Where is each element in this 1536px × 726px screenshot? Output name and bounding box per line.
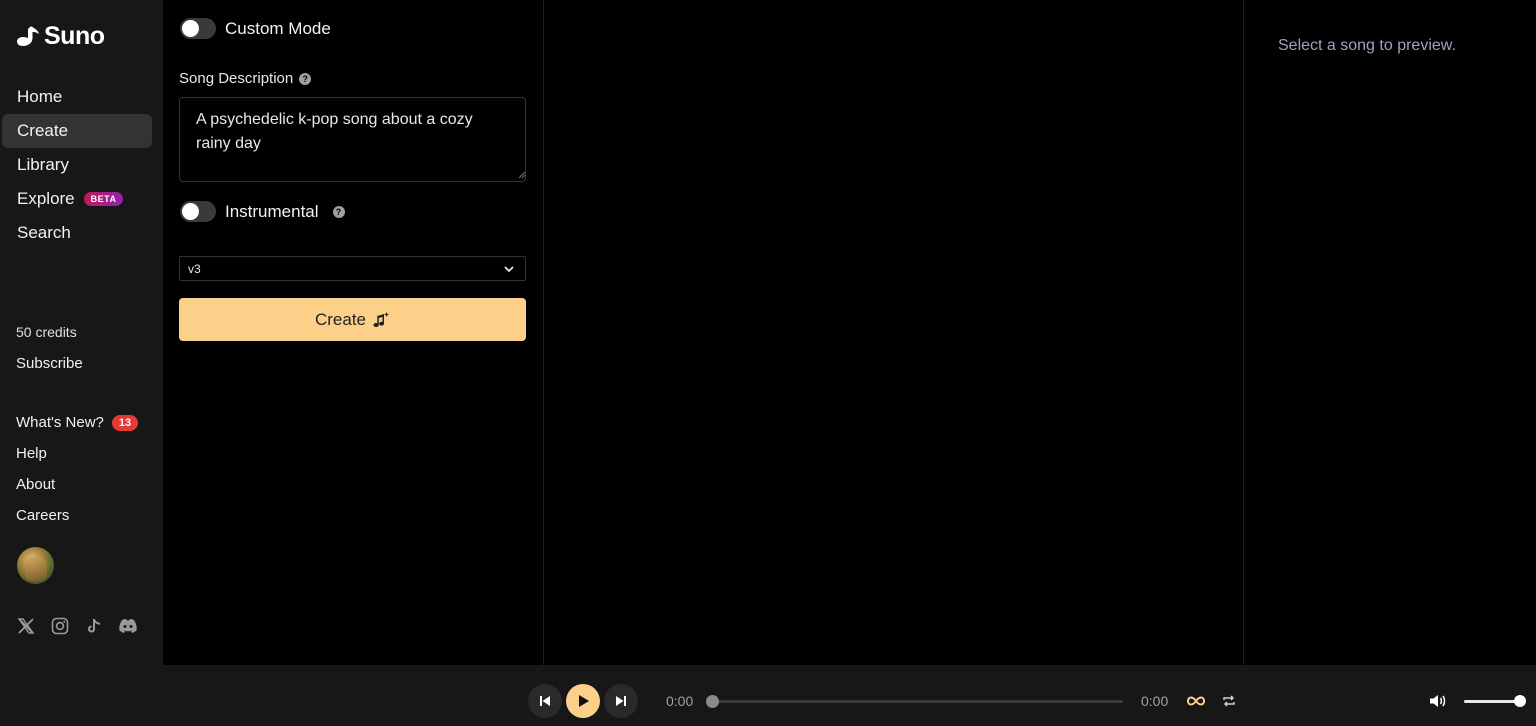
create-button[interactable]: Create <box>179 298 526 341</box>
next-button[interactable] <box>604 684 638 718</box>
infinity-icon[interactable] <box>1187 694 1205 708</box>
nav-search[interactable]: Search <box>2 216 152 250</box>
create-button-label: Create <box>314 309 367 329</box>
create-panel: Custom Mode Song Description ? Instrumen… <box>163 0 543 665</box>
nav-library-label: Library <box>17 155 69 174</box>
model-select-value: v3 <box>188 261 201 276</box>
sidebar: Suno Home Create Library Explore BETA Se… <box>0 0 163 665</box>
whats-new-link[interactable]: What's New? 13 <box>16 407 139 438</box>
nav-create[interactable]: Create <box>2 114 152 148</box>
volume-track[interactable] <box>1464 700 1520 703</box>
instagram-icon[interactable] <box>50 616 70 636</box>
nav-search-label: Search <box>17 223 71 242</box>
help-icon[interactable]: ? <box>299 72 312 85</box>
custom-mode-toggle[interactable] <box>180 18 216 39</box>
volume-icon[interactable] <box>1429 693 1447 709</box>
discord-icon[interactable] <box>118 616 138 636</box>
panel-divider <box>543 0 544 665</box>
credits-count: 50 credits <box>16 324 77 340</box>
instrumental-row: Instrumental ? <box>180 201 345 222</box>
play-icon <box>579 695 589 707</box>
nav-explore-label: Explore <box>17 189 75 208</box>
song-description-label: Song Description <box>179 70 294 87</box>
model-select[interactable]: v3 <box>179 256 526 281</box>
brand-name: Suno <box>44 22 105 50</box>
preview-divider <box>1243 0 1244 665</box>
song-description-label-row: Song Description ? <box>179 70 312 87</box>
secondary-links: What's New? 13 Help About Careers <box>16 407 139 531</box>
nav-explore[interactable]: Explore BETA <box>2 182 152 216</box>
subscribe-link[interactable]: Subscribe <box>16 355 83 372</box>
whats-new-badge: 13 <box>111 414 139 431</box>
main-nav: Home Create Library Explore BETA Search <box>2 80 152 250</box>
help-icon[interactable]: ? <box>332 205 345 218</box>
progress-knob[interactable] <box>706 695 719 708</box>
social-links <box>16 616 138 636</box>
avatar[interactable] <box>17 547 54 584</box>
custom-mode-row: Custom Mode <box>180 18 331 39</box>
nav-home[interactable]: Home <box>2 80 152 114</box>
repeat-icon[interactable] <box>1222 694 1236 708</box>
song-description-input[interactable] <box>179 97 526 182</box>
previous-button[interactable] <box>528 684 562 718</box>
skip-forward-icon <box>616 696 626 706</box>
player-bar: 0:00 0:00 <box>0 665 1536 726</box>
nav-home-label: Home <box>17 87 63 106</box>
tiktok-icon[interactable] <box>84 616 104 636</box>
skip-back-icon <box>540 696 550 706</box>
instrumental-label: Instrumental <box>225 201 319 221</box>
current-time: 0:00 <box>666 693 694 709</box>
volume-knob[interactable] <box>1514 695 1526 707</box>
play-button[interactable] <box>566 684 600 718</box>
suno-logo-icon <box>17 26 39 46</box>
careers-link[interactable]: Careers <box>16 500 138 531</box>
help-link[interactable]: Help <box>16 438 138 469</box>
duration: 0:00 <box>1141 693 1169 709</box>
beta-badge: BETA <box>83 192 124 206</box>
resize-grip-icon[interactable] <box>518 171 526 179</box>
music-sparkle-icon <box>373 311 390 327</box>
progress-track[interactable] <box>712 700 1123 703</box>
preview-placeholder: Select a song to preview. <box>1278 37 1456 54</box>
app-root: Suno Home Create Library Explore BETA Se… <box>0 0 1536 726</box>
chevron-down-icon <box>504 266 514 273</box>
about-link[interactable]: About <box>16 469 138 500</box>
nav-create-label: Create <box>17 121 69 140</box>
whats-new-label: What's New? <box>16 414 104 431</box>
instrumental-toggle[interactable] <box>180 201 216 222</box>
custom-mode-label: Custom Mode <box>225 18 331 38</box>
x-icon[interactable] <box>16 616 36 636</box>
nav-library[interactable]: Library <box>2 148 152 182</box>
logo[interactable]: Suno <box>16 22 105 51</box>
